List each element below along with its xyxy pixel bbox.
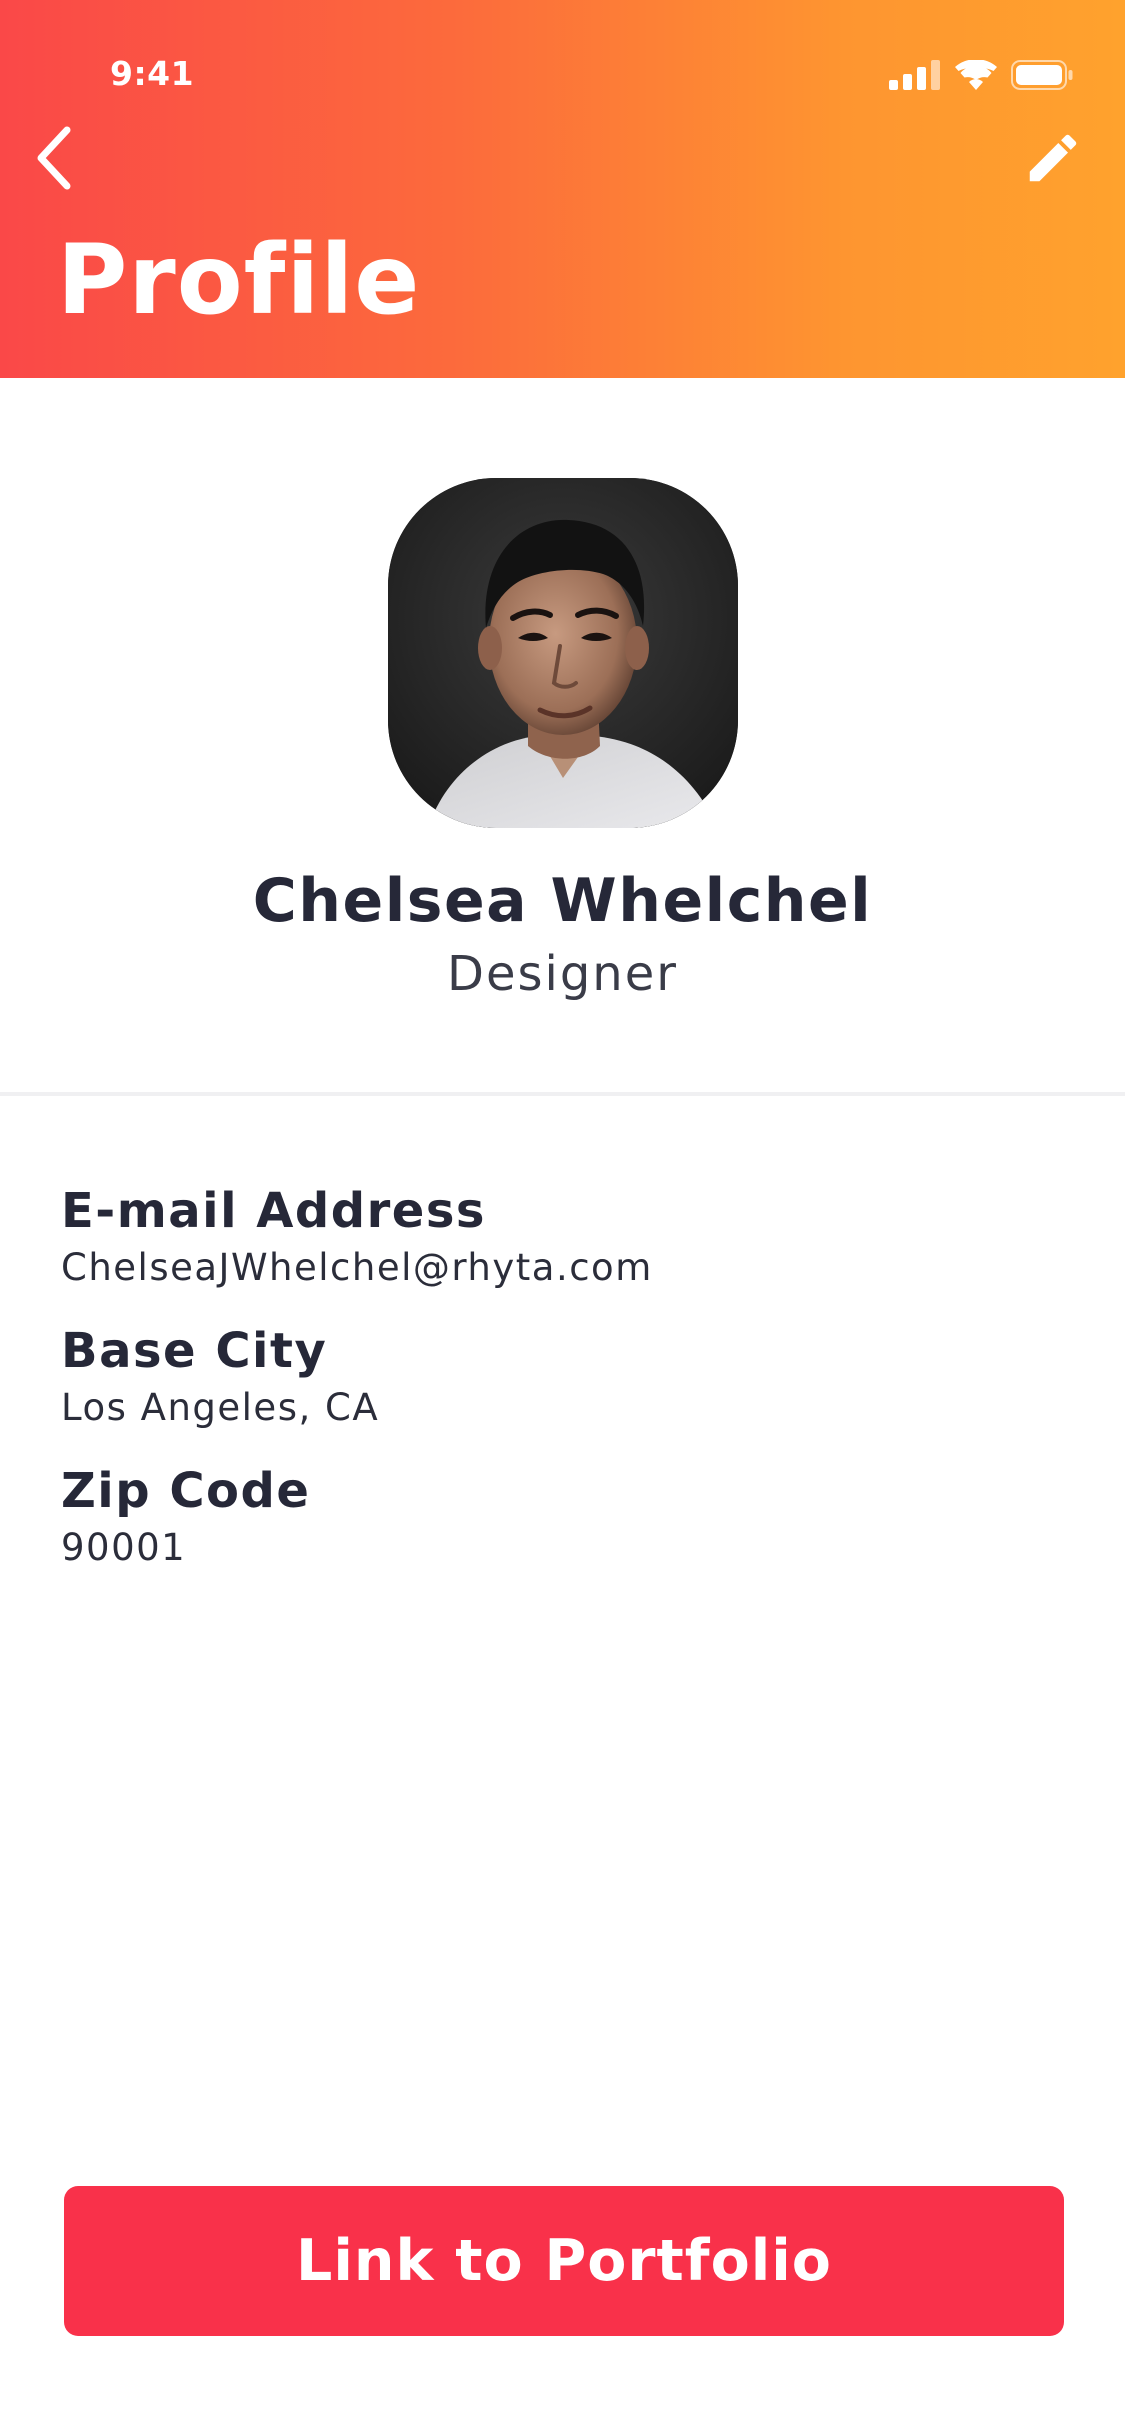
email-detail: E-mail Address ChelseaJWhelchel@rhyta.co…	[61, 1185, 1061, 1290]
battery-icon	[1011, 60, 1073, 90]
city-detail: Base City Los Angeles, CA	[61, 1325, 1061, 1430]
zip-value: 90001	[61, 1525, 187, 1569]
status-icons	[889, 60, 1073, 90]
edit-button[interactable]	[1013, 120, 1093, 196]
chevron-left-icon	[37, 126, 71, 190]
zip-detail: Zip Code 90001	[61, 1465, 1061, 1570]
city-label: Base City	[61, 1323, 328, 1379]
email-value: ChelseaJWhelchel@rhyta.com	[61, 1245, 653, 1289]
profile-photo	[388, 478, 738, 828]
nav-bar	[0, 118, 1125, 198]
pencil-icon	[1029, 134, 1077, 182]
profile-name: Chelsea Whelchel	[252, 866, 873, 936]
status-time: 9:41	[110, 54, 195, 93]
wifi-icon	[955, 60, 997, 90]
cellular-signal-icon	[889, 60, 940, 90]
profile-role: Designer	[447, 946, 678, 1002]
profile-screen: 9:41 Profile Chelsea Whelchel Designer E…	[0, 0, 1125, 2436]
page-title: Profile	[57, 224, 421, 336]
email-label: E-mail Address	[61, 1183, 486, 1239]
avatar	[388, 478, 738, 828]
portfolio-button-label: Link to Portfolio	[296, 2228, 832, 2294]
profile-header: 9:41 Profile	[0, 0, 1125, 378]
zip-label: Zip Code	[61, 1463, 311, 1519]
section-divider	[0, 1092, 1125, 1096]
back-button[interactable]	[18, 120, 88, 196]
portfolio-link-button[interactable]: Link to Portfolio	[64, 2186, 1064, 2336]
status-bar: 9:41	[0, 0, 1125, 132]
city-value: Los Angeles, CA	[61, 1385, 380, 1429]
